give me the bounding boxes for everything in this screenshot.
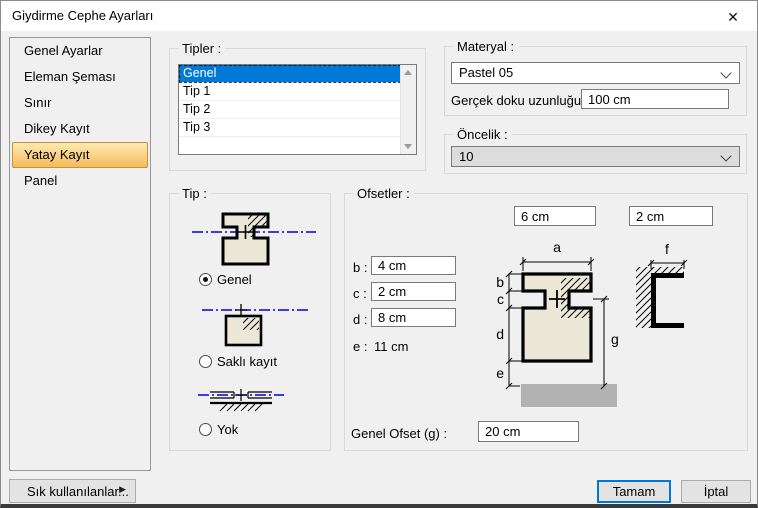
offset-c-label: c : bbox=[353, 286, 367, 301]
ok-button[interactable]: Tamam bbox=[597, 480, 671, 503]
oncelik-combobox[interactable]: 10 bbox=[451, 146, 740, 167]
radio-label: Saklı kayıt bbox=[217, 354, 277, 369]
window-title: Giydirme Cephe Ayarları bbox=[12, 8, 153, 23]
right-triangle-icon: ▶ bbox=[119, 484, 126, 495]
radio-label: Yok bbox=[217, 422, 238, 437]
genel-ofset-label: Genel Ofset (g) : bbox=[351, 426, 447, 441]
materyal-group: Materyal : Pastel 05 Gerçek doku uzunluğ… bbox=[444, 46, 747, 116]
oncelik-group-title: Öncelik : bbox=[453, 127, 512, 142]
offset-f-input[interactable] bbox=[629, 206, 713, 226]
ground-hatch bbox=[220, 404, 262, 411]
list-item-tip-3[interactable]: Tip 3 bbox=[179, 119, 401, 137]
dim-label-e: e bbox=[496, 365, 504, 381]
chevron-down-icon bbox=[720, 67, 731, 78]
titlebar: Giydirme Cephe Ayarları ✕ bbox=[1, 1, 757, 31]
dim-label-b: b bbox=[496, 274, 504, 290]
sidebar-item-sinir[interactable]: Sınır bbox=[12, 90, 148, 116]
c-profile-left bbox=[651, 273, 656, 328]
offset-d-input[interactable] bbox=[371, 308, 456, 327]
materyal-combobox[interactable]: Pastel 05 bbox=[451, 62, 740, 84]
offset-a-input[interactable] bbox=[514, 206, 596, 226]
sidebar-item-panel[interactable]: Panel bbox=[12, 168, 148, 194]
radio-icon bbox=[199, 355, 212, 368]
triangle-down-icon bbox=[404, 144, 412, 149]
tipler-group-title: Tipler : bbox=[178, 41, 225, 56]
offset-e-value: 11 cm bbox=[374, 339, 408, 354]
sidebar-item-yatay-kayit[interactable]: Yatay Kayıt bbox=[12, 142, 148, 168]
radio-option-sakli-kayit[interactable]: Saklı kayıt bbox=[199, 354, 277, 369]
scroll-down-button[interactable] bbox=[401, 139, 415, 154]
list-item-tip-2[interactable]: Tip 2 bbox=[179, 101, 401, 119]
ofsetler-group-title: Ofsetler : bbox=[353, 186, 414, 201]
favorites-button[interactable]: Sık kullanılanlar... ▶ bbox=[9, 479, 136, 503]
dim-label-g: g bbox=[611, 331, 619, 347]
offsets-diagram: a b c d e g f bbox=[461, 236, 751, 451]
texture-length-label: Gerçek doku uzunluğu : bbox=[451, 93, 588, 108]
favorites-button-label: Sık kullanılanlar... bbox=[27, 484, 129, 499]
materyal-group-title: Materyal : bbox=[453, 39, 518, 54]
list-item-genel[interactable]: Genel bbox=[179, 65, 401, 83]
dim-chain-line bbox=[506, 271, 522, 389]
curtain-wall-settings-dialog: Giydirme Cephe Ayarları ✕ Genel Ayarlar … bbox=[0, 0, 758, 508]
radio-option-genel[interactable]: Genel bbox=[199, 272, 252, 287]
radio-option-yok[interactable]: Yok bbox=[199, 422, 238, 437]
dim-g-line bbox=[593, 296, 609, 389]
tip-genel-diagram bbox=[189, 208, 319, 270]
hatch-area bbox=[243, 318, 259, 330]
oncelik-group: Öncelik : 10 bbox=[444, 134, 747, 174]
offset-d-label: d : bbox=[353, 312, 367, 327]
center-cross bbox=[235, 304, 247, 316]
tip-group: Tip : Genel bbox=[169, 193, 331, 451]
genel-ofset-input[interactable] bbox=[478, 421, 579, 442]
sidebar-item-eleman-semasi[interactable]: Eleman Şeması bbox=[12, 64, 148, 90]
dim-label-a: a bbox=[553, 239, 561, 255]
offset-b-label: b : bbox=[353, 260, 367, 275]
radio-label: Genel bbox=[217, 272, 252, 287]
offset-b-input[interactable] bbox=[371, 256, 456, 275]
tip-sakli-kayit-diagram bbox=[194, 302, 314, 350]
chevron-down-icon bbox=[720, 150, 731, 161]
sidebar-item-dikey-kayit[interactable]: Dikey Kayıt bbox=[12, 116, 148, 142]
radio-selected-icon bbox=[199, 273, 212, 286]
radio-icon bbox=[199, 423, 212, 436]
tipler-listbox: Genel Tip 1 Tip 2 Tip 3 bbox=[178, 64, 417, 155]
ok-button-label: Tamam bbox=[613, 484, 656, 499]
close-button[interactable]: ✕ bbox=[717, 4, 749, 28]
texture-length-input[interactable] bbox=[581, 89, 729, 109]
triangle-up-icon bbox=[404, 70, 412, 75]
oncelik-combobox-value: 10 bbox=[459, 149, 473, 164]
dim-a-line bbox=[520, 257, 594, 271]
tip-group-title: Tip : bbox=[178, 186, 211, 201]
center-cross bbox=[235, 389, 247, 401]
dim-label-c: c bbox=[497, 291, 504, 307]
tipler-group: Tipler : Genel Tip 1 Tip 2 Tip 3 bbox=[169, 48, 426, 171]
offset-c-input[interactable] bbox=[371, 282, 456, 301]
tip-yok-diagram bbox=[194, 388, 314, 422]
hatch-area bbox=[561, 278, 593, 318]
c-profile-interior bbox=[656, 278, 684, 323]
offset-e-label: e : bbox=[353, 339, 367, 354]
sidebar: Genel Ayarlar Eleman Şeması Sınır Dikey … bbox=[9, 37, 151, 471]
dim-label-f: f bbox=[665, 241, 669, 257]
cancel-button[interactable]: İptal bbox=[681, 480, 751, 503]
sidebar-item-genel-ayarlar[interactable]: Genel Ayarlar bbox=[12, 38, 148, 64]
dim-label-d: d bbox=[496, 326, 504, 342]
list-item-tip-1[interactable]: Tip 1 bbox=[179, 83, 401, 101]
materyal-combobox-value: Pastel 05 bbox=[459, 65, 513, 80]
c-profile-bottom bbox=[651, 323, 684, 328]
close-icon: ✕ bbox=[727, 9, 739, 25]
cancel-button-label: İptal bbox=[704, 484, 729, 499]
scroll-up-button[interactable] bbox=[401, 65, 415, 80]
ofsetler-group: Ofsetler : b : c : d : e : 11 cm bbox=[344, 193, 748, 451]
list-scrollbar[interactable] bbox=[400, 65, 416, 154]
